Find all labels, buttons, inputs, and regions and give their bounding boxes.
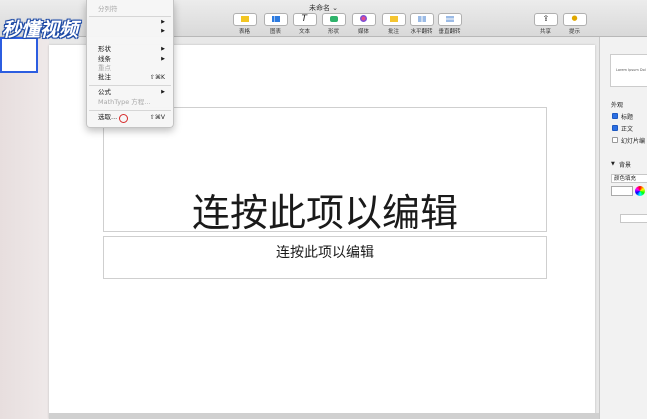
submenu-arrow-icon: ▶ — [161, 46, 165, 52]
menu-shortcut: ⇧⌘K — [150, 74, 165, 81]
title-checkbox-label: 标题 — [621, 114, 634, 121]
menu-item-line[interactable]: 线条 ▶ — [98, 55, 168, 64]
menu-item-shape[interactable]: 形状 ▶ — [98, 45, 168, 54]
menu-separator — [89, 16, 171, 17]
menu-item-highlight: 重点 — [98, 64, 168, 73]
chart-button-label: 图表 — [269, 29, 281, 35]
menu-item-label: 选取... — [98, 113, 118, 121]
shape-button-label: 形状 — [327, 29, 339, 35]
media-button[interactable]: 媒体 — [350, 13, 377, 35]
shape-icon — [321, 13, 346, 26]
fill-type-select[interactable]: 颜色填充 — [611, 174, 647, 183]
appearance-label: 外观 — [611, 102, 624, 109]
table-icon — [232, 13, 257, 26]
flip-vertical-label: 垂直翻转 — [438, 29, 461, 35]
flip-horizontal-button[interactable]: 水平翻转 — [408, 13, 435, 35]
tips-button-label: 提示 — [568, 29, 580, 35]
color-swatch[interactable] — [611, 186, 633, 196]
tips-button[interactable]: ● 提示 — [561, 13, 588, 35]
menu-item-column-break: 分列符 — [98, 5, 168, 14]
menu-item-label: 重点 — [98, 64, 111, 72]
inspector-field[interactable] — [620, 214, 647, 223]
flip-vertical-icon — [437, 13, 462, 26]
flip-horizontal-label: 水平翻转 — [410, 29, 433, 35]
text-icon: T — [292, 13, 317, 26]
layout-preview[interactable]: Lorem Ipsum Dol — [610, 54, 647, 87]
insert-menu: 分列符 ▶ ▶ 形状 ▶ 线条 ▶ 重点 批注 ⇧⌘K 公式 ▶ MathType 方程… — [86, 0, 174, 128]
title-checkbox[interactable] — [612, 113, 618, 119]
watermark-logo: 秒懂视频 — [2, 19, 79, 41]
tips-icon: ● — [562, 13, 587, 26]
menu-item-label: 批注 — [98, 73, 111, 81]
table-button-label: 表格 — [238, 29, 250, 35]
flip-horizontal-icon — [409, 13, 434, 26]
menu-separator — [89, 85, 171, 86]
text-button-label: 文本 — [298, 29, 310, 35]
body-checkbox[interactable] — [612, 125, 618, 131]
menu-item-label: 线条 — [98, 55, 111, 63]
chart-icon — [263, 13, 288, 26]
menu-item-submenu-top[interactable]: ▶ — [98, 18, 168, 27]
comment-button-label: 批注 — [387, 29, 399, 35]
layout-preview-text: Lorem Ipsum Dol — [616, 68, 646, 72]
inspector-panel: Lorem Ipsum Dol 外观 标题 正文 幻灯片编 ▼ 背景 颜色填充 — [599, 37, 647, 419]
shape-button[interactable]: 形状 — [320, 13, 347, 35]
body-placeholder-text: 连按此项以编辑 — [276, 245, 374, 261]
submenu-arrow-icon: ▶ — [161, 89, 165, 95]
menu-shortcut: ⇧⌘V — [149, 114, 165, 121]
media-icon — [351, 13, 376, 26]
cursor-highlight-icon — [119, 114, 128, 123]
menu-item-label: MathType 方程... — [98, 98, 151, 106]
flip-vertical-button[interactable]: 垂直翻转 — [436, 13, 463, 35]
slide-number-checkbox-label: 幻灯片编 — [621, 138, 646, 145]
body-checkbox-label: 正文 — [621, 126, 634, 133]
share-button-label: 共享 — [539, 29, 551, 35]
menu-item-comment[interactable]: 批注 ⇧⌘K — [98, 73, 168, 82]
slide-thumbnail[interactable] — [0, 37, 38, 73]
slide-navigator — [0, 37, 49, 419]
table-button[interactable]: 表格 — [231, 13, 258, 35]
body-placeholder[interactable]: 连按此项以编辑 — [103, 236, 547, 279]
slide-number-checkbox[interactable] — [612, 137, 618, 143]
media-button-label: 媒体 — [357, 29, 369, 35]
text-button[interactable]: T 文本 — [291, 13, 318, 35]
menu-item-choose[interactable]: 选取... ⇧⌘V — [98, 113, 168, 122]
canvas-bottom-bar — [49, 413, 599, 419]
submenu-arrow-icon: ▶ — [161, 19, 165, 25]
share-icon: ⇪ — [533, 13, 558, 26]
menu-item-mathtype: MathType 方程... — [98, 98, 168, 107]
submenu-arrow-icon: ▶ — [161, 56, 165, 62]
background-label: 背景 — [619, 162, 632, 169]
menu-item-label: 形状 — [98, 45, 111, 53]
title-placeholder-text: 连按此项以编辑 — [191, 191, 458, 235]
menu-item-submenu-placeholder[interactable]: ▶ — [98, 27, 168, 36]
color-wheel-icon[interactable] — [635, 186, 645, 196]
menu-item-label: 公式 — [98, 88, 111, 96]
submenu-arrow-icon: ▶ — [161, 28, 165, 34]
menu-item-label: 分列符 — [98, 5, 118, 13]
share-button[interactable]: ⇪ 共享 — [532, 13, 559, 35]
menu-item-equation[interactable]: 公式 ▶ — [98, 88, 168, 97]
comment-button[interactable]: 批注 — [380, 13, 407, 35]
disclosure-triangle-icon[interactable]: ▼ — [611, 161, 615, 167]
chart-button[interactable]: 图表 — [262, 13, 289, 35]
menu-separator — [89, 110, 171, 111]
comment-icon — [381, 13, 406, 26]
